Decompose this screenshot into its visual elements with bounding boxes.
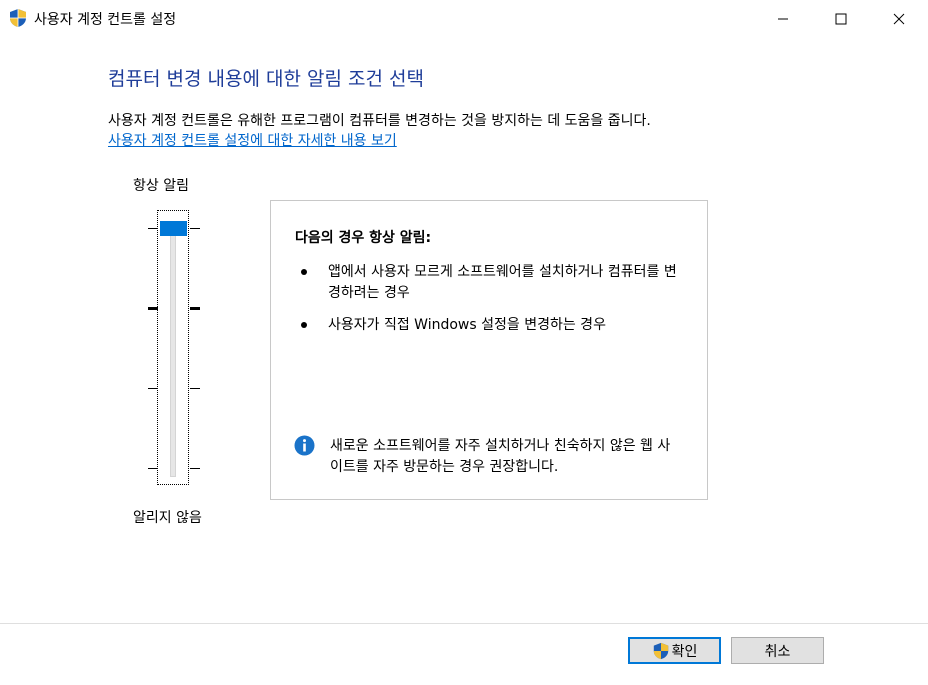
slider-top-label: 항상 알림	[133, 178, 189, 194]
slider-tick-right	[190, 228, 200, 229]
close-icon	[893, 13, 905, 25]
bullet-item: 앱에서 사용자 모르게 소프트웨어를 설치하거나 컴퓨터를 변경하려는 경우	[328, 264, 677, 301]
slider-tick-right	[190, 468, 200, 469]
cancel-button-label: 취소	[764, 643, 791, 660]
slider-thumb[interactable]	[160, 221, 187, 236]
footer-divider	[0, 623, 928, 624]
slider-tick-right	[190, 388, 200, 389]
bullet-item: 사용자가 직접 Windows 설정을 변경하는 경우	[328, 317, 606, 333]
slider-tick-right	[190, 307, 200, 310]
learn-more-link[interactable]: 사용자 계정 컨트롤 설정에 대한 자세한 내용 보기	[108, 130, 397, 150]
page-description: 사용자 계정 컨트롤은 유해한 프로그램이 컴퓨터를 변경하는 것을 방지하는 …	[108, 113, 651, 129]
uac-shield-icon	[10, 9, 26, 27]
slider-tick-left	[148, 468, 158, 469]
slider-tick-left	[148, 307, 158, 310]
level-description-panel: 다음의 경우 항상 알림: 앱에서 사용자 모르게 소프트웨어를 설치하거나 컴…	[270, 200, 708, 500]
window-title: 사용자 계정 컨트롤 설정	[34, 12, 177, 28]
close-button[interactable]	[870, 0, 928, 38]
slider-tick-left	[148, 388, 158, 389]
slider-tick-left	[148, 228, 158, 229]
cancel-button[interactable]: 취소	[731, 637, 824, 664]
maximize-icon	[835, 13, 847, 25]
page-heading: 컴퓨터 변경 내용에 대한 알림 조건 선택	[108, 68, 424, 90]
slider-bottom-label: 알리지 않음	[133, 510, 202, 526]
ok-button[interactable]: 확인	[628, 637, 721, 664]
uac-shield-icon	[653, 642, 668, 659]
bullet-icon	[301, 269, 307, 275]
info-icon	[294, 435, 315, 456]
minimize-button[interactable]	[754, 0, 812, 38]
title-bar: 사용자 계정 컨트롤 설정	[0, 0, 928, 38]
maximize-button[interactable]	[812, 0, 870, 38]
bullet-icon	[301, 322, 307, 328]
recommendation-note: 새로운 소프트웨어를 자주 설치하거나 친숙하지 않은 웹 사이트를 자주 방문…	[330, 438, 671, 475]
slider-track[interactable]	[170, 225, 176, 477]
minimize-icon	[778, 18, 788, 20]
panel-title: 다음의 경우 항상 알림:	[295, 230, 432, 246]
ok-button-label: 확인	[671, 643, 698, 660]
